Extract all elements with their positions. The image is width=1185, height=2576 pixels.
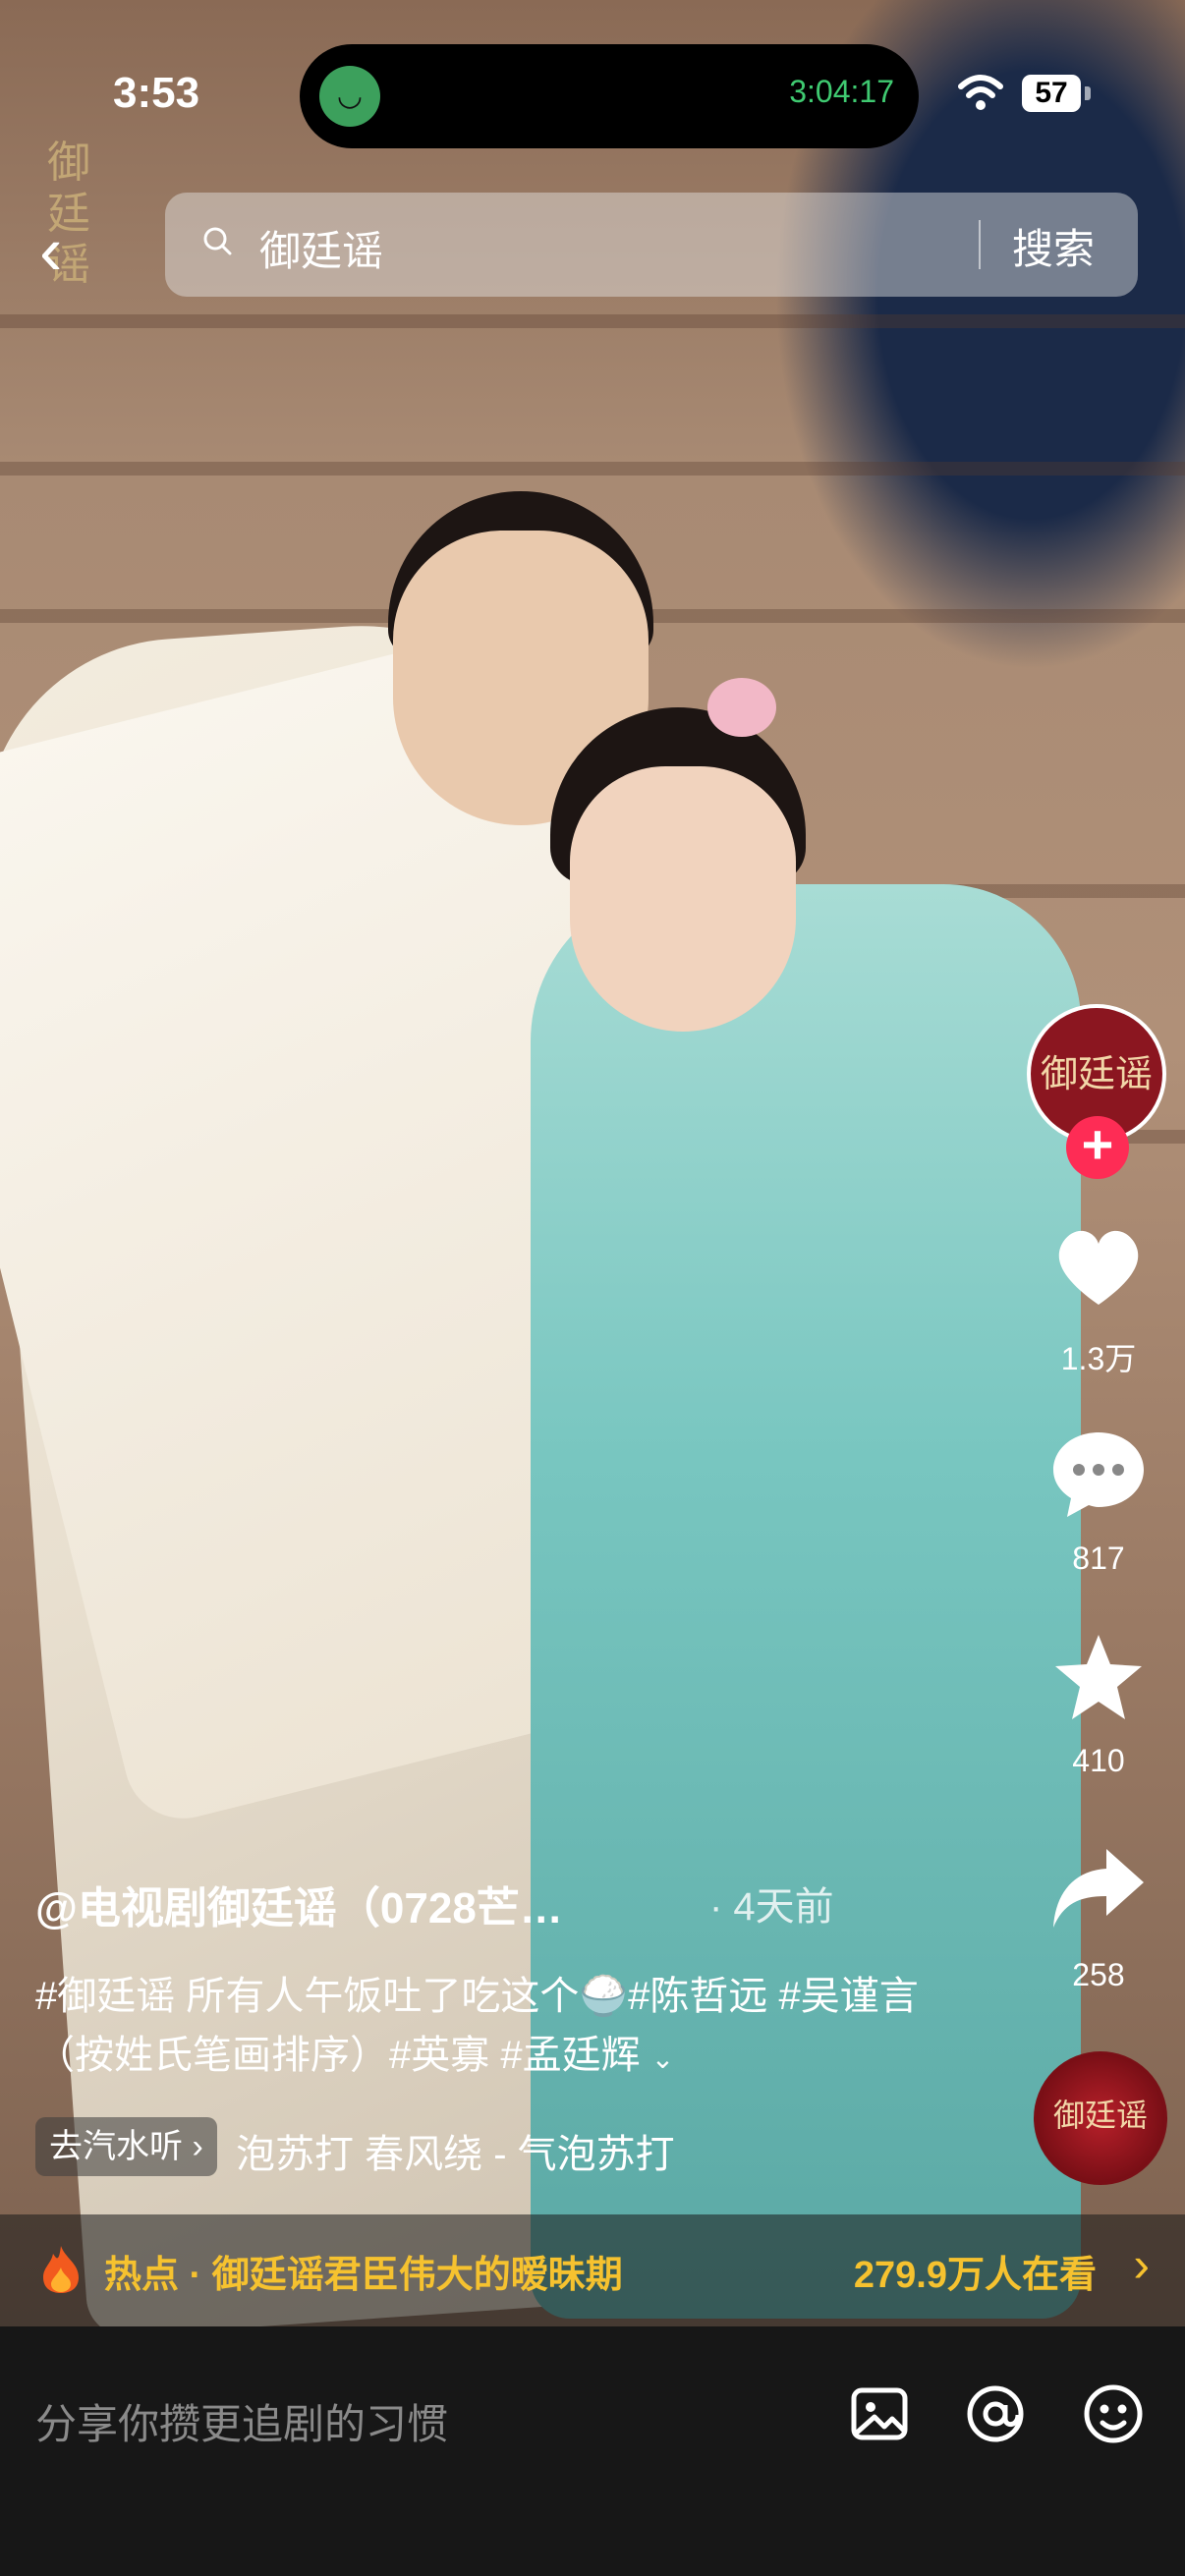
like-count: 1.3万 bbox=[1060, 1341, 1137, 1376]
comment-icon[interactable] bbox=[1049, 1425, 1148, 1523]
music-disc[interactable]: 御廷谣 bbox=[1034, 2051, 1167, 2185]
author-name[interactable]: @电视剧御廷谣（0728芒… bbox=[35, 1873, 563, 1935]
follow-button[interactable]: + bbox=[1066, 1116, 1129, 1179]
rock-stripe bbox=[0, 462, 1185, 476]
hot-topic-text: 热点 · 御廷谣君臣伟大的暧昧期 bbox=[104, 2255, 623, 2296]
posted-time: · 4天前 bbox=[709, 1885, 834, 1929]
listen-on-qishui-chip[interactable]: 去汽水听 › bbox=[35, 2117, 217, 2176]
wifi-icon bbox=[958, 75, 1003, 110]
caption-text: #御廷谣 所有人午饭吐了吃这个🍚#陈哲远 #吴谨言 （按姓氏笔画排序）#英寡 #… bbox=[35, 1975, 919, 2077]
emoji-icon[interactable] bbox=[1081, 2381, 1146, 2446]
music-title-marquee[interactable]: 泡苏打 春风绕 - 气泡苏打 bbox=[236, 2122, 727, 2179]
hot-topic-bar[interactable]: 热点 · 御廷谣君臣伟大的暧昧期 279.9万人在看 › bbox=[0, 2214, 1185, 2326]
battery-tip bbox=[1085, 86, 1091, 100]
favorite-count: 410 bbox=[1072, 1743, 1125, 1778]
actress-teal-robe bbox=[531, 884, 1081, 2319]
search-icon bbox=[203, 227, 232, 255]
chevron-right-icon: › bbox=[1133, 2237, 1150, 2292]
search-bar[interactable]: 御廷谣 搜索 bbox=[165, 193, 1138, 297]
post-caption[interactable]: #御廷谣 所有人午饭吐了吃这个🍚#陈哲远 #吴谨言 （按姓氏笔画排序）#英寡 #… bbox=[35, 1967, 920, 2089]
fire-icon bbox=[43, 2246, 79, 2293]
dynamic-island[interactable]: ◡ 3:04:17 bbox=[300, 44, 919, 148]
rock-stripe bbox=[0, 314, 1185, 328]
actress-face bbox=[570, 766, 796, 1032]
search-divider bbox=[979, 220, 981, 269]
back-arrow-icon[interactable]: ‹ bbox=[39, 211, 62, 290]
like-heart-icon[interactable] bbox=[1049, 1218, 1148, 1316]
hot-viewers-count: 279.9万人在看 bbox=[853, 2255, 1097, 2296]
battery-level: 57 bbox=[1022, 75, 1081, 112]
favorite-star-icon[interactable] bbox=[1049, 1629, 1148, 1727]
bowl-app-icon: ◡ bbox=[319, 66, 380, 127]
expand-chevron-icon[interactable]: ⌄ bbox=[651, 2044, 674, 2074]
status-bar: 3:53 ◡ 3:04:17 57 bbox=[0, 0, 1185, 177]
search-button[interactable]: 搜索 bbox=[1012, 216, 1095, 276]
share-arrow-icon[interactable] bbox=[1049, 1839, 1148, 1937]
image-icon[interactable] bbox=[847, 2381, 912, 2446]
comment-input-bar: 分享你攒更追剧的习惯 bbox=[0, 2326, 1185, 2576]
status-time: 3:53 bbox=[113, 69, 200, 117]
mention-at-icon[interactable] bbox=[963, 2381, 1028, 2446]
share-count: 258 bbox=[1072, 1957, 1125, 1992]
hair-flower bbox=[707, 678, 776, 737]
comment-count: 817 bbox=[1072, 1540, 1125, 1576]
search-input[interactable]: 御廷谣 bbox=[259, 218, 383, 278]
island-timer: 3:04:17 bbox=[789, 74, 894, 109]
comment-input[interactable]: 分享你攒更追剧的习惯 bbox=[35, 2391, 448, 2451]
